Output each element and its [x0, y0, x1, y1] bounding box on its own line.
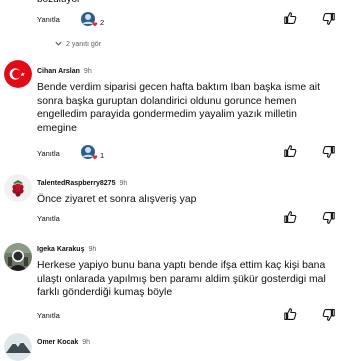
view-replies-label: 2 yanıtı gör	[66, 41, 102, 48]
avatar[interactable]	[4, 174, 32, 202]
comment-time[interactable]: 9h	[84, 68, 92, 75]
dislike-icon[interactable]	[320, 209, 337, 231]
photo-avatar-icon	[4, 243, 32, 271]
turkish-flag-avatar-icon	[4, 60, 32, 88]
author-name[interactable]: Igeka Karakuş	[37, 246, 84, 253]
mountain-avatar-icon	[4, 333, 32, 361]
comment-time[interactable]: 9h	[82, 339, 90, 346]
avatar[interactable]	[4, 243, 32, 271]
heart-count: 1	[100, 151, 105, 160]
comment-author[interactable]: TalentedRaspberry8275 9h	[37, 180, 127, 187]
comment-text: Herkese yapiyo bunu bana yaptı bende ifş…	[37, 260, 326, 299]
comment-time[interactable]: 9h	[119, 180, 127, 187]
comment-author[interactable]: Cihan Arslan 9h	[37, 68, 92, 75]
creator-avatar-heart-icon	[80, 11, 98, 34]
chevron-down-icon	[54, 39, 63, 50]
dislike-icon[interactable]	[320, 10, 337, 32]
raspberry-avatar-icon	[4, 174, 32, 202]
comment-time[interactable]: 9h	[88, 246, 96, 253]
comment-text: Önce ziyaret et sonra alışveriş yap	[37, 194, 197, 205]
reply-button[interactable]: Yanıtla	[37, 214, 60, 223]
author-name[interactable]: Cihan Arslan	[37, 68, 80, 75]
author-name[interactable]: Omer Kocak	[37, 339, 78, 346]
reply-button[interactable]: Yanıtla	[37, 149, 60, 158]
heart-count: 2	[100, 18, 105, 27]
view-replies-button[interactable]: 2 yanıtı gör	[54, 39, 101, 50]
like-icon[interactable]	[282, 209, 299, 231]
creator-heart-badge: 1	[80, 144, 104, 167]
avatar[interactable]	[4, 333, 32, 361]
avatar[interactable]	[4, 60, 32, 88]
like-icon[interactable]	[282, 10, 299, 32]
like-icon[interactable]	[282, 143, 299, 165]
reply-button[interactable]: Yanıtla	[37, 311, 60, 320]
comment-text: Bende verdim siparisi gecen hafta baktım…	[37, 82, 321, 134]
comment-author[interactable]: Igeka Karakuş 9h	[37, 246, 96, 253]
dislike-icon[interactable]	[320, 306, 337, 328]
dislike-icon[interactable]	[320, 143, 337, 165]
author-name[interactable]: TalentedRaspberry8275	[37, 180, 115, 187]
previous-comment-text: bozuluyor	[37, 0, 80, 5]
creator-avatar-heart-icon	[80, 144, 98, 167]
comment-author[interactable]: Omer Kocak 9h	[37, 339, 90, 346]
reply-button[interactable]: Yanıtla	[37, 15, 60, 24]
creator-heart-badge: 2	[80, 11, 104, 34]
like-icon[interactable]	[282, 306, 299, 328]
